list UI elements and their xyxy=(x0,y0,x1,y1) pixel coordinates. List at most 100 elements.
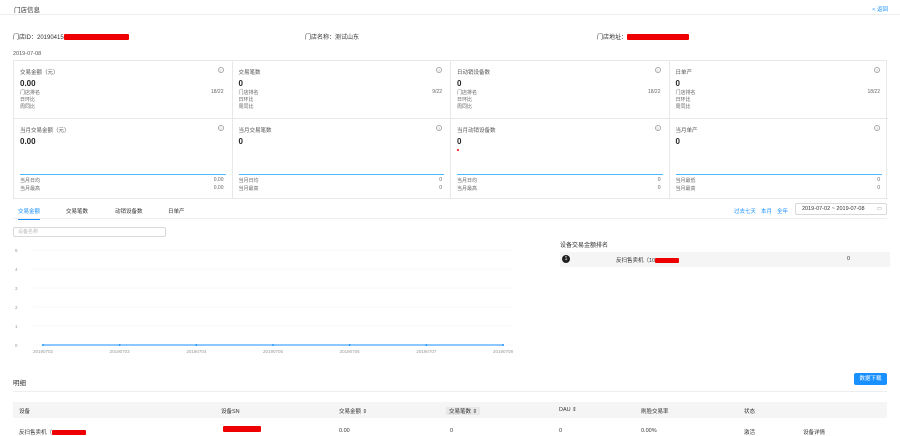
metric-card: 当月交易金额（元） 0.00? 当月日均 0.00 当月最高 0.00 xyxy=(14,119,233,199)
redaction-mark xyxy=(52,430,87,436)
cell-face-rate: 0.00% xyxy=(641,428,657,434)
help-icon[interactable]: ? xyxy=(654,125,661,131)
metric-sub-label: 日环比 xyxy=(238,97,254,103)
help-icon[interactable]: ? xyxy=(654,67,661,73)
range-month-button[interactable]: 本月 xyxy=(761,207,772,215)
tab-count[interactable]: 交易笔数 xyxy=(66,207,88,215)
cell-dau: 0 xyxy=(559,428,563,434)
help-icon[interactable]: ? xyxy=(874,67,880,73)
metric-card: 当月动销设备数 0? 当月日均 0 当月最高 0 xyxy=(451,119,670,199)
tab-devices[interactable]: 动销设备数 xyxy=(115,207,143,215)
metric-sub-label: 当月日均 xyxy=(457,178,478,184)
help-icon[interactable]: ? xyxy=(436,125,442,131)
metric-sub-label: 当月最高 xyxy=(675,186,696,192)
metric-sub-value: 18/22 xyxy=(210,89,224,95)
metric-value: 0.00 xyxy=(20,79,36,88)
ranking-device-name: 反扫售卖机（10 xyxy=(616,256,680,264)
col-amount[interactable]: 交易金额 ⇕ xyxy=(339,407,367,415)
metric-label: 当月动销设备数 xyxy=(457,128,496,134)
data-point xyxy=(195,344,198,346)
metric-sub-value: 0 xyxy=(877,177,880,183)
col-status: 状态 xyxy=(744,409,756,415)
rank-badge-icon: 1 xyxy=(562,255,570,263)
metric-sub-label: 门店排名 xyxy=(675,90,696,96)
metric-sub-value: 0 xyxy=(439,185,442,191)
metric-sub-value: 18/22 xyxy=(647,89,661,95)
metric-sub-label: 当月日均 xyxy=(20,178,41,184)
redaction-mark xyxy=(63,34,129,41)
table-row: 反扫售卖机（ 0.00 0 0 0.00% 激活 设备详情 xyxy=(13,420,887,436)
col-count[interactable]: 交易笔数 ⇕ xyxy=(446,407,481,415)
y-tick-label: 0 xyxy=(15,343,18,348)
help-icon[interactable]: ? xyxy=(436,67,442,73)
metric-card: 当月交易笔数 0? 当月日均 0 当月最高 0 xyxy=(232,119,451,199)
table-header: 设备 设备SN 交易金额 ⇕ 交易笔数 ⇕ DAU ⇕ 刷脸交易率 状态 xyxy=(13,402,887,418)
cell-device: 反扫售卖机（ xyxy=(19,428,87,436)
metric-sub-label: 日环比 xyxy=(675,97,691,103)
metric-label: 日单产 xyxy=(675,70,693,76)
download-button[interactable]: 数据下载 xyxy=(854,373,887,385)
metric-value: 0 xyxy=(457,79,462,88)
metric-sub-label: 日环比 xyxy=(457,97,473,103)
x-tick-label: 20190708 xyxy=(493,349,514,354)
col-dau[interactable]: DAU ⇕ xyxy=(559,407,577,413)
metric-card: 交易金额（元） 0.00? 门店排名 18/22 日环比 周同比 xyxy=(14,61,233,119)
data-point xyxy=(348,344,351,346)
y-tick-label: 4 xyxy=(15,267,18,272)
y-tick-label: 1 xyxy=(15,324,18,329)
metric-value: 0 xyxy=(675,79,680,88)
metric-sub-label: 门店排名 xyxy=(20,90,41,96)
ranking-row[interactable]: 1 反扫售卖机（10 0 xyxy=(560,252,890,267)
x-tick-label: 20190703 xyxy=(110,349,131,354)
metric-sub-label: 当月最低 xyxy=(675,178,696,184)
x-tick-label: 20190702 xyxy=(33,349,54,354)
store-id: 门店ID：20190415 xyxy=(13,32,129,41)
redaction-mark xyxy=(655,258,680,264)
metric-card: 日单产 0? 门店排名 18/22 日环比 周同比 xyxy=(669,61,888,119)
device-detail-link[interactable]: 设备详情 xyxy=(803,428,825,436)
device-search-input[interactable]: 设备名称 xyxy=(13,227,166,237)
metric-value: 0 xyxy=(457,137,462,146)
help-icon[interactable]: ? xyxy=(217,67,224,73)
metric-sub-value: 0 xyxy=(439,177,442,183)
metric-sub-value: 18/22 xyxy=(867,89,880,95)
ranking-title: 设备交易金额排名 xyxy=(560,243,609,249)
x-tick-label: 20190704 xyxy=(186,349,207,354)
col-sn: 设备SN xyxy=(221,409,240,415)
metric-sub-label: 门店排名 xyxy=(457,90,478,96)
redaction-mark xyxy=(627,34,690,41)
trend-chart: 5 4 3 2 1 0 20190702 20190703 20190704 20190705 2… xyxy=(15,248,514,354)
help-icon[interactable]: ? xyxy=(217,125,224,131)
tab-output[interactable]: 日单产 xyxy=(168,207,185,215)
metric-card: 交易笔数 0? 门店排名 9/22 日环比 周同比 xyxy=(232,61,451,119)
date-range-picker[interactable]: 2019-07-02 ~ 2019-07-08 ▭ xyxy=(795,203,887,215)
range-7days-button[interactable]: 过去七天 xyxy=(734,207,756,215)
sparkline xyxy=(238,174,444,175)
col-face-rate: 刷脸交易率 xyxy=(641,409,669,415)
back-link[interactable]: < 返回 xyxy=(872,5,888,13)
range-year-button[interactable]: 全年 xyxy=(777,207,788,215)
metrics-grid: 交易金额（元） 0.00? 门店排名 18/22 日环比 周同比 交易笔数 0? 门店排名 9/2… xyxy=(13,60,888,199)
cell-count: 0 xyxy=(450,428,454,434)
help-icon[interactable]: ? xyxy=(874,125,880,131)
x-tick-label: 20190706 xyxy=(340,349,361,354)
metric-value: 0 xyxy=(675,137,680,146)
y-tick-label: 5 xyxy=(15,248,18,253)
metric-sub-label: 周同比 xyxy=(20,104,36,110)
calendar-icon: ▭ xyxy=(876,206,882,212)
metric-label: 日动销设备数 xyxy=(457,70,491,76)
detail-divider xyxy=(13,391,887,392)
metric-label: 当月交易笔数 xyxy=(238,128,272,134)
cell-status: 激活 xyxy=(744,430,756,436)
metric-label: 交易金额（元） xyxy=(20,70,59,76)
metric-sub-value: 0 xyxy=(657,177,661,183)
store-name: 门店名称：测试山东 xyxy=(305,35,360,41)
metric-sub-label: 日环比 xyxy=(20,97,36,103)
metric-sub-value: 0.00 xyxy=(213,177,224,183)
metric-sub-label: 当月日均 xyxy=(238,178,259,184)
metric-sub-label: 周同比 xyxy=(675,104,691,110)
page-title: 门店信息 xyxy=(14,7,40,14)
sparkline xyxy=(20,174,226,175)
top-bar: 门店信息 < 返回 xyxy=(0,0,900,15)
metric-card: 日动销设备数 0? 门店排名 18/22 日环比 周同比 xyxy=(451,61,670,119)
